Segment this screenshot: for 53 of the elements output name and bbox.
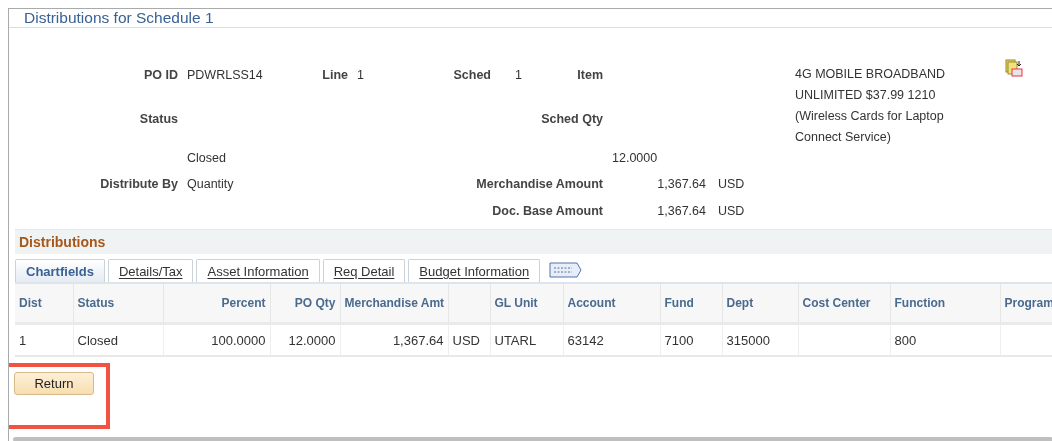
field-label: Doc. Base Amount [492, 203, 603, 220]
table-cell: USD [452, 332, 480, 348]
column-header: PO Qty [294, 296, 336, 310]
table-cell: 1,367.64 [392, 332, 444, 348]
column-header: Dist [19, 296, 42, 310]
table-cell: UTARL [494, 332, 537, 348]
section-title: Distributions [19, 234, 106, 250]
tab[interactable]: Budget Information [408, 259, 541, 282]
column-header: Merchandise Amt [344, 296, 445, 310]
currency-code: USD [717, 176, 745, 193]
field-value: Closed [186, 150, 226, 167]
document-icon[interactable] [1005, 59, 1023, 77]
column-header: GL Unit [494, 296, 538, 310]
amount-value: 1,367.64 [656, 176, 706, 193]
table-cell: Closed [77, 332, 118, 348]
show-all-columns-icon[interactable] [549, 261, 584, 279]
field-value: 1 [356, 67, 364, 84]
tab[interactable]: Chartfields [15, 259, 105, 282]
amount-value: 1,367.64 [656, 203, 706, 220]
column-header: Fund [664, 296, 694, 310]
table-cell: 63142 [567, 332, 604, 348]
field-label: Merchandise Amount [476, 176, 603, 193]
table-cell: 100.0000 [211, 332, 266, 348]
field-label: Item [577, 67, 603, 84]
column-header: Cost Center [802, 296, 871, 310]
item-description: 4G MOBILE BROADBAND UNLIMITED $37.99 1210 (Wireless Cards for Laptop Connect Service) [795, 66, 947, 146]
field-label: Line [322, 67, 348, 84]
column-header: Dept [726, 296, 754, 310]
table-cell: 12.0000 [288, 332, 336, 348]
table-cell: 315000 [726, 332, 770, 348]
tab[interactable]: Req Detail [322, 259, 406, 282]
field-value: PDWRLSS14 [186, 67, 263, 84]
field-value: 12.0000 [611, 150, 658, 167]
field-label: Status [139, 111, 178, 128]
table-cell: 7100 [664, 332, 694, 348]
column-header: Percent [221, 296, 266, 310]
table-cell: 800 [894, 332, 917, 348]
page-title: Distributions for Schedule 1 [24, 9, 214, 27]
field-value: Quantity [186, 176, 234, 193]
horizontal-scrollbar[interactable] [13, 437, 1052, 441]
field-label: Distribute By [100, 176, 178, 193]
tab[interactable]: Asset Information [196, 259, 320, 282]
field-label: PO ID [143, 67, 178, 84]
column-header: Account [567, 296, 616, 310]
column-header: Function [894, 296, 946, 310]
field-label: Sched [453, 67, 491, 84]
currency-code: USD [717, 203, 745, 220]
column-header: Status [77, 296, 115, 310]
tab[interactable]: Details/Tax [107, 259, 194, 282]
field-value: 1 [514, 67, 522, 84]
field-label: Sched Qty [541, 111, 603, 128]
return-button[interactable]: Return [14, 372, 94, 395]
table-cell: 1 [19, 332, 27, 348]
